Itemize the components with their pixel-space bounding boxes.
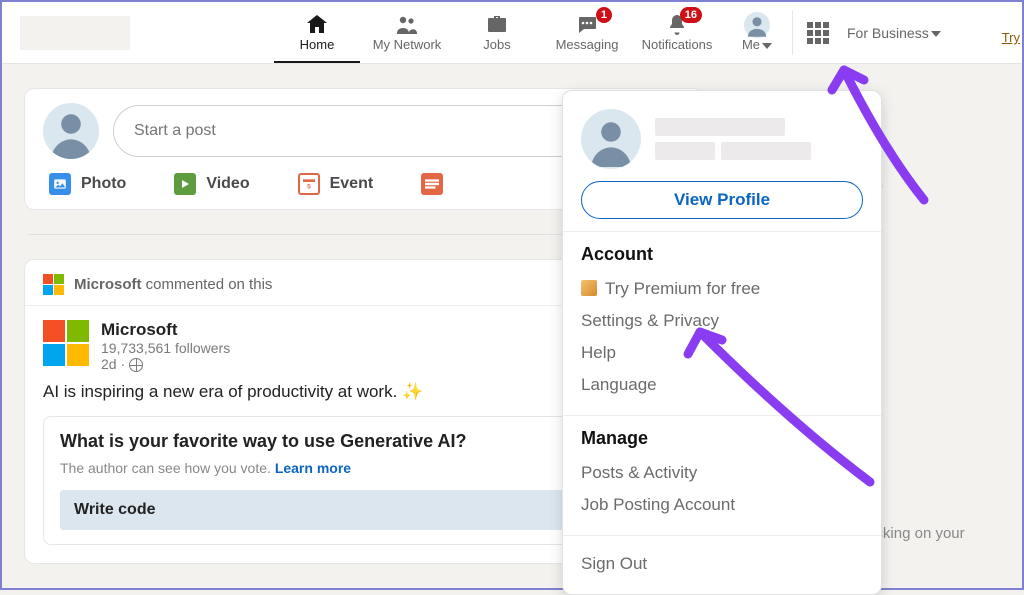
nav-messaging[interactable]: 1 Messaging	[542, 2, 632, 63]
for-business[interactable]: For Business	[847, 25, 941, 41]
nav-notifications-label: Notifications	[642, 37, 713, 52]
network-icon	[394, 13, 420, 37]
post-follower-count: 19,733,561 followers	[101, 340, 230, 356]
notifications-badge: 16	[680, 7, 702, 23]
learn-more-link[interactable]: Learn more	[275, 460, 351, 476]
annotation-arrow	[670, 302, 890, 502]
bell-icon: 16	[664, 13, 690, 37]
nav-home[interactable]: Home	[272, 2, 362, 63]
try-premium-link[interactable]: Try	[1002, 30, 1020, 45]
microsoft-mini-logo	[43, 274, 64, 295]
microsoft-logo[interactable]	[43, 320, 89, 366]
activity-context-text: Microsoft commented on this	[74, 276, 272, 293]
nav-jobs-label: Jobs	[483, 37, 510, 52]
post-author-info: Microsoft 19,733,561 followers 2d ·	[101, 320, 230, 372]
nav-items: Home My Network Jobs 1 Messaging 16	[272, 2, 792, 63]
premium-chip-icon	[581, 280, 597, 296]
nav-home-label: Home	[300, 37, 335, 52]
me-section-signout: Sign Out	[563, 536, 881, 594]
post-age: 2d ·	[101, 356, 230, 372]
caret-down-icon	[931, 31, 941, 37]
post-type-event[interactable]: 5 Event	[298, 173, 374, 195]
nav-messaging-label: Messaging	[556, 37, 619, 52]
photo-label: Photo	[81, 175, 126, 193]
svg-text:5: 5	[307, 184, 311, 191]
nav-network-label: My Network	[373, 37, 442, 52]
post-type-video[interactable]: Video	[174, 173, 249, 195]
account-header: Account	[581, 244, 863, 265]
event-label: Event	[330, 175, 374, 193]
calendar-icon: 5	[298, 173, 320, 195]
video-icon	[174, 173, 196, 195]
logo-area	[2, 2, 272, 63]
avatar-icon	[744, 13, 770, 37]
globe-icon	[129, 358, 143, 372]
self-avatar[interactable]	[43, 103, 99, 159]
try-premium-link[interactable]: Try Premium for free	[581, 273, 863, 305]
briefcase-icon	[484, 13, 510, 37]
home-icon	[304, 13, 330, 37]
caret-down-icon	[762, 43, 772, 49]
article-icon	[421, 173, 443, 195]
post-author-name[interactable]: Microsoft	[101, 320, 230, 340]
for-business-label: For Business	[847, 25, 929, 41]
me-user-name-redacted	[655, 118, 811, 160]
nav-jobs[interactable]: Jobs	[452, 2, 542, 63]
nav-me[interactable]: Me	[722, 2, 792, 63]
post-type-more[interactable]	[421, 173, 443, 195]
nav-network[interactable]: My Network	[362, 2, 452, 63]
logo-placeholder	[20, 16, 130, 50]
apps-grid-icon[interactable]	[807, 22, 829, 44]
me-user-row[interactable]	[581, 109, 863, 169]
nav-me-label: Me	[742, 37, 772, 52]
avatar	[581, 109, 641, 169]
post-type-photo[interactable]: Photo	[49, 173, 126, 195]
video-label: Video	[206, 175, 249, 193]
photo-icon	[49, 173, 71, 195]
annotation-arrow	[824, 50, 944, 210]
messaging-badge: 1	[596, 7, 612, 23]
nav-notifications[interactable]: 16 Notifications	[632, 2, 722, 63]
sign-out-link[interactable]: Sign Out	[581, 548, 863, 580]
poll-option-label: Write code	[74, 501, 156, 519]
messaging-icon: 1	[574, 13, 600, 37]
view-profile-button[interactable]: View Profile	[581, 181, 863, 219]
